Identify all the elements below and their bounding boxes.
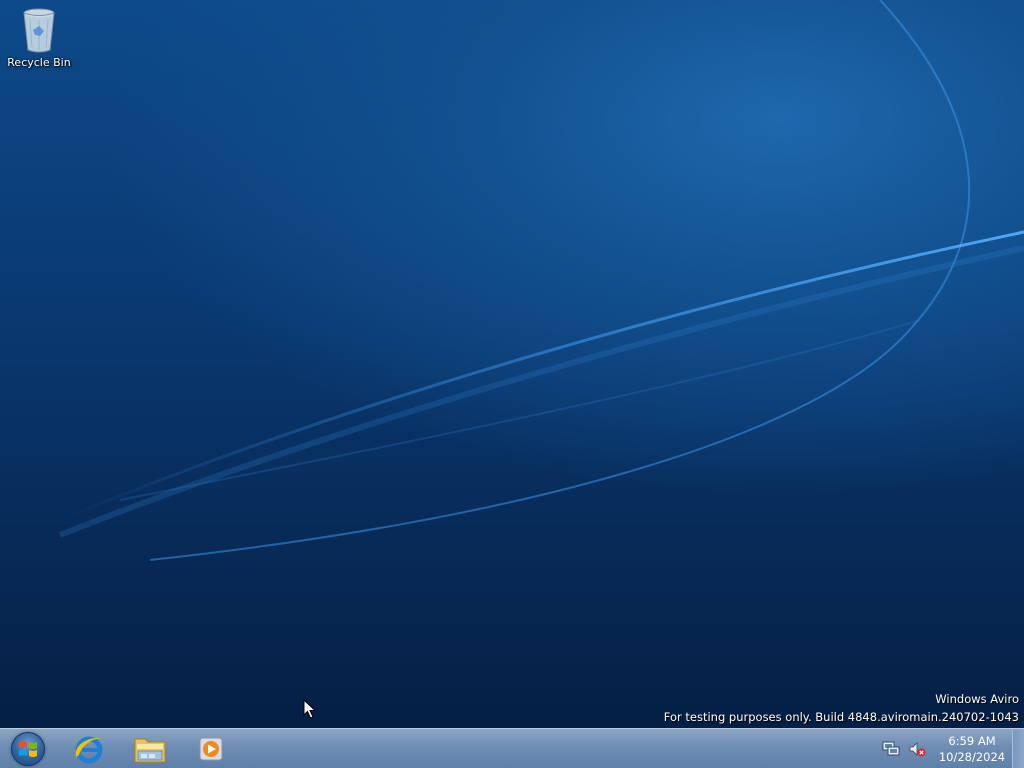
taskbar-clock[interactable]: 6:59 AM 10/28/2024 — [934, 733, 1010, 765]
media-player-icon — [199, 737, 223, 761]
show-desktop-button[interactable] — [1012, 729, 1024, 768]
build-watermark: Windows Aviro For testing purposes only.… — [664, 690, 1019, 726]
network-icon[interactable] — [882, 740, 900, 758]
windows-logo-icon — [19, 741, 37, 757]
taskbar-file-explorer[interactable] — [123, 730, 177, 768]
watermark-edition: Windows Aviro — [935, 692, 1019, 706]
wallpaper-swooshes — [58, 0, 1024, 561]
recycle-bin-icon — [23, 8, 55, 53]
desktop[interactable]: Recycle Bin Windows Aviro For testing pu… — [0, 0, 1024, 728]
volume-muted-icon[interactable] — [908, 740, 926, 758]
taskbar-internet-explorer[interactable] — [62, 730, 116, 768]
system-tray: 6:59 AM 10/28/2024 — [878, 729, 1024, 768]
desktop-icon-recycle-bin[interactable]: Recycle Bin — [6, 6, 72, 69]
watermark-build: For testing purposes only. Build 4848.av… — [663, 710, 1019, 724]
desktop-icon-label: Recycle Bin — [7, 56, 71, 69]
taskbar-media-player[interactable] — [184, 730, 238, 768]
taskbar: 6:59 AM 10/28/2024 — [0, 728, 1024, 768]
start-button[interactable] — [2, 730, 54, 768]
mouse-cursor-icon — [303, 699, 317, 719]
clock-date: 10/28/2024 — [938, 749, 1006, 764]
start-orb — [11, 732, 45, 766]
internet-explorer-icon — [75, 736, 103, 764]
clock-time: 6:59 AM — [948, 733, 996, 748]
file-explorer-icon — [134, 738, 166, 763]
